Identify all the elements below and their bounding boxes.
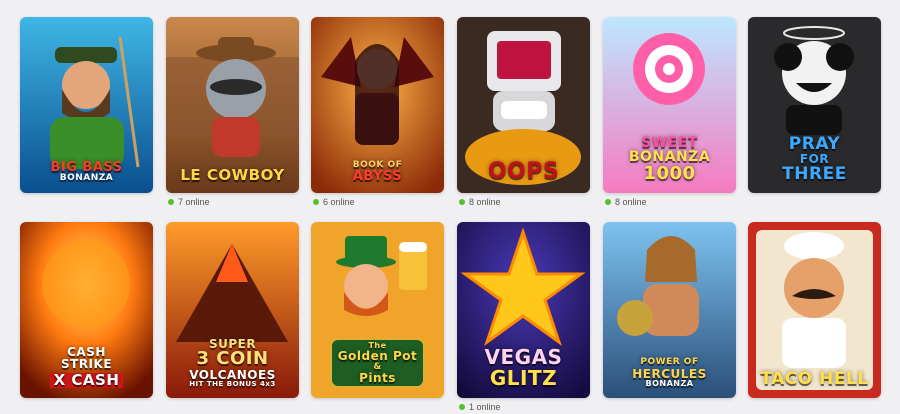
game-card-cash-strike-x-cash[interactable]: CASH STRIKE X CASH — [20, 222, 153, 398]
game-title: PRAY FOR THREE — [782, 134, 847, 184]
game-title: BIG BASS BONANZA — [50, 159, 123, 183]
online-count: 7 online — [168, 195, 210, 209]
game-card-book-of-abyss[interactable]: BOOK OF ABYSS — [311, 17, 444, 193]
online-count: 6 online — [313, 195, 355, 209]
game-title: TACO HELL — [760, 368, 869, 389]
online-count: 8 online — [605, 195, 647, 209]
game-card-super-3-coin-volcanoes[interactable]: SUPER 3 COIN VOLCANOES HIT THE BONUS 4x3 — [166, 222, 299, 398]
game-card-le-cowboy[interactable]: LE COWBOY — [166, 17, 299, 193]
online-dot-icon — [459, 404, 465, 410]
online-dot-icon — [459, 199, 465, 205]
game-card-power-of-hercules-bonanza[interactable]: POWER OF HERCULES BONANZA — [603, 222, 736, 398]
game-title: POWER OF HERCULES BONANZA — [632, 357, 707, 388]
games-grid: BIG BASS BONANZA LE COWBOY 7 online BOOK… — [0, 0, 900, 414]
online-dot-icon — [313, 199, 319, 205]
game-card-sweet-bonanza-1000[interactable]: SWEET BONANZA 1000 — [603, 17, 736, 193]
game-card-big-bass-bonanza[interactable]: BIG BASS BONANZA — [20, 17, 153, 193]
game-title: SUPER 3 COIN VOLCANOES HIT THE BONUS 4x3 — [189, 337, 276, 388]
online-dot-icon — [168, 199, 174, 205]
game-title: The Golden Pot & Pints — [311, 338, 444, 388]
game-card-oops[interactable]: OOPS — [457, 17, 590, 193]
game-card-pray-for-three[interactable]: PRAY FOR THREE — [748, 17, 881, 193]
online-count: 8 online — [459, 195, 501, 209]
game-title: BOOK OF ABYSS — [352, 159, 403, 184]
game-title: OOPS — [487, 158, 560, 184]
game-card-taco-hell[interactable]: TACO HELL — [748, 222, 881, 398]
game-title: SWEET BONANZA 1000 — [628, 135, 711, 184]
game-card-golden-pot-and-pints[interactable]: The Golden Pot & Pints — [311, 222, 444, 398]
game-card-vegas-glitz[interactable]: VEGAS GLITZ — [457, 222, 590, 398]
game-title: CASH STRIKE X CASH — [20, 346, 153, 388]
online-dot-icon — [605, 199, 611, 205]
game-title: LE COWBOY — [180, 165, 285, 184]
game-title: VEGAS GLITZ — [484, 345, 563, 390]
online-count: 1 online — [459, 400, 501, 414]
